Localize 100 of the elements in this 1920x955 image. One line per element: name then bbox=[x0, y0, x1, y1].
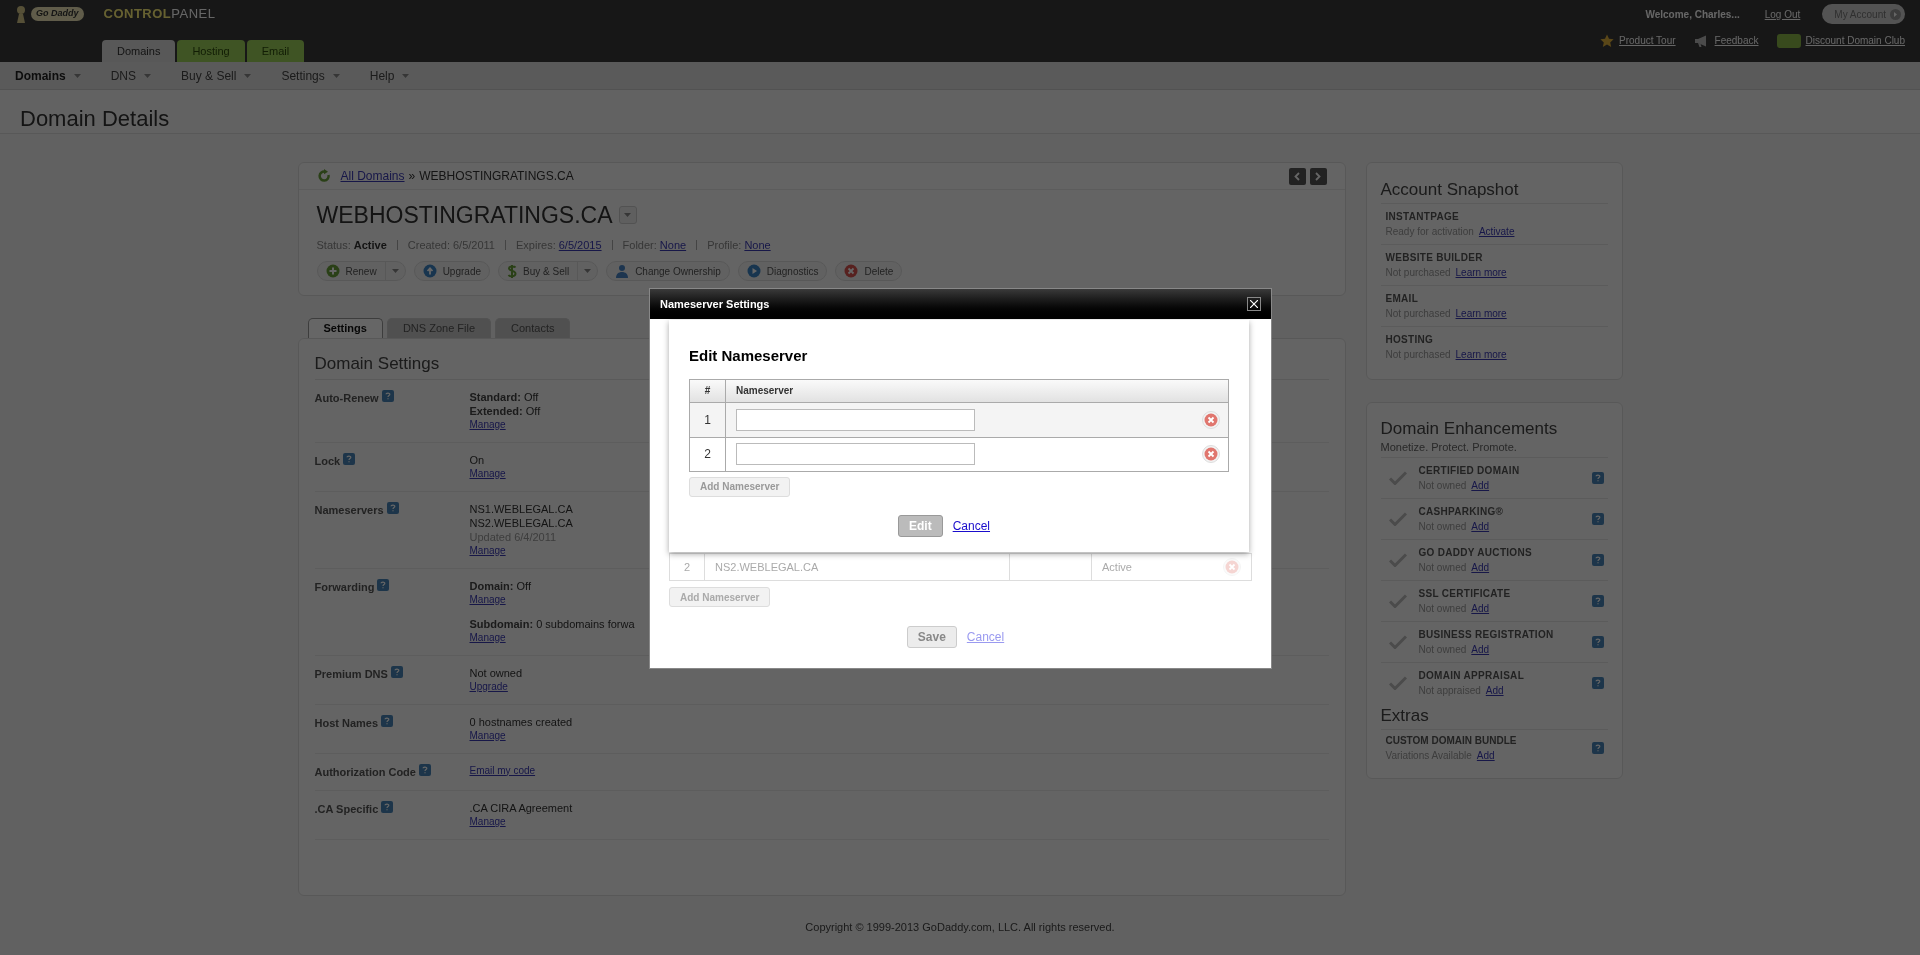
caret-icon bbox=[402, 73, 410, 78]
help-icon[interactable] bbox=[390, 665, 403, 678]
setting-value: NS2.WEBLEGAL.CA bbox=[469, 515, 573, 530]
item-link[interactable]: Activate bbox=[1478, 223, 1515, 239]
breadcrumb-separator: » bbox=[408, 168, 416, 185]
nameserver-input[interactable] bbox=[736, 408, 975, 431]
setting-label: .CA Specific bbox=[314, 802, 379, 817]
cancel-link[interactable]: Cancel bbox=[952, 517, 990, 535]
item-link[interactable]: Learn more bbox=[1455, 305, 1507, 321]
meta-link[interactable]: 6/5/2015 bbox=[558, 236, 602, 253]
action-button[interactable]: Diagnostics bbox=[737, 261, 828, 281]
checkmark-icon bbox=[1388, 676, 1407, 690]
meta-link[interactable]: None bbox=[659, 236, 687, 253]
item-link[interactable]: Add bbox=[1476, 747, 1495, 763]
help-icon[interactable] bbox=[1591, 741, 1604, 754]
help-icon[interactable] bbox=[377, 578, 390, 591]
arrow-right-icon bbox=[1890, 8, 1901, 20]
close-button[interactable] bbox=[1247, 297, 1261, 311]
previous-button[interactable] bbox=[1288, 167, 1306, 185]
setting-link[interactable]: Manage bbox=[469, 815, 506, 829]
item-link[interactable]: Add bbox=[1471, 601, 1490, 616]
nav-menu-item[interactable]: Help bbox=[369, 66, 410, 85]
action-button[interactable]: Buy & Sell bbox=[498, 261, 599, 281]
help-icon[interactable] bbox=[1591, 472, 1604, 484]
item-link[interactable]: Add bbox=[1471, 519, 1490, 534]
help-icon[interactable] bbox=[1591, 513, 1604, 525]
domain-dropdown-button[interactable] bbox=[618, 206, 637, 225]
help-icon[interactable] bbox=[386, 501, 399, 514]
remove-icon[interactable] bbox=[1202, 445, 1220, 463]
logout-link[interactable]: Log Out bbox=[1764, 6, 1801, 22]
add-nameserver-button[interactable]: Add Nameserver bbox=[669, 587, 771, 607]
nav-menu-item[interactable]: Buy & Sell bbox=[181, 66, 252, 85]
panel-title: Domain Enhancements bbox=[1380, 418, 1559, 439]
top-link[interactable]: Discount Domain Club bbox=[1805, 33, 1905, 48]
setting-link[interactable]: Manage bbox=[469, 417, 506, 432]
column-header: Nameserver bbox=[735, 384, 794, 398]
help-icon[interactable] bbox=[1591, 636, 1604, 648]
checkmark-icon bbox=[1388, 512, 1407, 526]
settings-tab[interactable]: Settings bbox=[307, 318, 383, 338]
item-link[interactable]: Add bbox=[1485, 683, 1504, 698]
meta-link[interactable]: None bbox=[744, 236, 771, 253]
setting-label: Premium DNS bbox=[314, 666, 388, 682]
checkmark-icon bbox=[1388, 594, 1407, 608]
action-button[interactable]: Change Ownership bbox=[606, 261, 730, 281]
enhancement-name: GO DADDY AUCTIONS bbox=[1418, 546, 1533, 560]
setting-value: NS1.WEBLEGAL.CA bbox=[469, 501, 573, 516]
help-icon[interactable] bbox=[381, 389, 394, 402]
help-icon[interactable] bbox=[343, 452, 356, 465]
setting-link[interactable]: Email my code bbox=[469, 763, 536, 778]
setting-label: Lock bbox=[314, 453, 341, 469]
nav-menu-item[interactable]: Domains bbox=[15, 66, 81, 85]
delete-icon bbox=[844, 264, 859, 278]
app-tab[interactable]: Domains bbox=[102, 40, 176, 62]
help-icon[interactable] bbox=[381, 714, 394, 727]
snapshot-item-name: HOSTING bbox=[1385, 332, 1435, 347]
setting-value: Not owned bbox=[469, 665, 523, 680]
chevron-left-icon bbox=[1294, 171, 1300, 181]
nav-menu-item[interactable]: Settings bbox=[281, 66, 340, 85]
setting-link[interactable]: Manage bbox=[469, 728, 506, 743]
save-button[interactable]: Save bbox=[906, 625, 957, 648]
add-nameserver-button[interactable]: Add Nameserver bbox=[689, 476, 791, 497]
cancel-link[interactable]: Cancel bbox=[966, 627, 1005, 646]
enhancement-name: CERTIFIED DOMAIN bbox=[1418, 464, 1521, 478]
setting-link[interactable]: Manage bbox=[469, 630, 506, 645]
setting-link[interactable]: Upgrade bbox=[469, 679, 508, 694]
help-icon[interactable] bbox=[418, 763, 431, 776]
enhancement-name: BUSINESS REGISTRATION bbox=[1418, 628, 1555, 642]
edit-button[interactable]: Edit bbox=[898, 515, 943, 537]
setting-link[interactable]: Manage bbox=[469, 592, 506, 607]
checkmark-icon bbox=[1388, 635, 1407, 649]
next-button[interactable] bbox=[1309, 167, 1327, 185]
setting-link[interactable]: Manage bbox=[469, 543, 506, 558]
action-button[interactable]: Upgrade bbox=[413, 261, 490, 281]
setting-link[interactable]: Manage bbox=[469, 466, 506, 481]
extras-title: Extras bbox=[1380, 705, 1430, 727]
top-link[interactable]: Product Tour bbox=[1619, 33, 1676, 48]
arrow-up-icon bbox=[422, 264, 437, 278]
item-link[interactable]: Add bbox=[1471, 560, 1490, 575]
caret-icon bbox=[332, 73, 340, 78]
help-icon[interactable] bbox=[381, 801, 394, 813]
action-button[interactable]: Renew bbox=[316, 261, 406, 281]
nav-menu-item[interactable]: DNS bbox=[110, 66, 152, 85]
caret-icon bbox=[624, 213, 632, 218]
nameserver-input[interactable] bbox=[736, 443, 975, 465]
item-link[interactable]: Learn more bbox=[1455, 346, 1507, 362]
item-link[interactable]: Add bbox=[1471, 478, 1490, 493]
item-link[interactable]: Add bbox=[1471, 642, 1490, 657]
setting-label: Host Names bbox=[314, 715, 379, 731]
help-icon[interactable] bbox=[1591, 677, 1604, 689]
breadcrumb-current: WEBHOSTINGRATINGS.CA bbox=[419, 168, 574, 185]
caret-icon bbox=[244, 73, 252, 78]
remove-icon[interactable] bbox=[1202, 410, 1220, 429]
refresh-icon[interactable] bbox=[316, 169, 331, 183]
help-icon[interactable] bbox=[1591, 554, 1604, 566]
item-link[interactable]: Learn more bbox=[1455, 264, 1507, 280]
breadcrumb-link[interactable]: All Domains bbox=[340, 167, 405, 185]
help-icon[interactable] bbox=[1591, 595, 1604, 607]
top-link[interactable]: Feedback bbox=[1714, 33, 1759, 48]
action-button[interactable]: Delete bbox=[835, 261, 903, 281]
caret-icon bbox=[584, 269, 592, 273]
